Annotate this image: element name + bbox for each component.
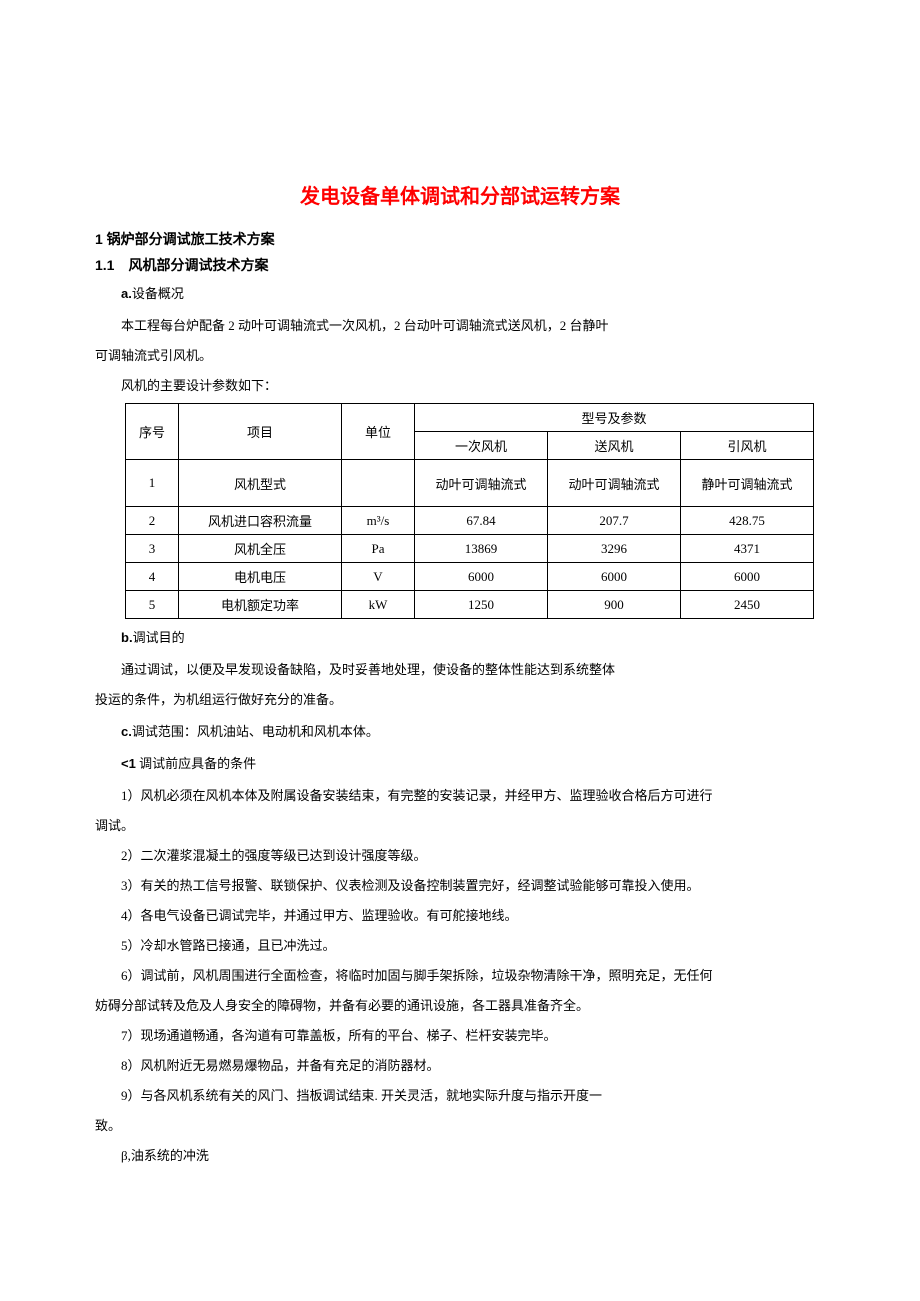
cell-v1: 动叶可调轴流式 — [415, 460, 548, 507]
col-item-header: 项目 — [179, 404, 342, 460]
paragraph: 投运的条件，为机组运行做好充分的准备。 — [95, 687, 825, 713]
section-b-heading: b.调试目的 — [95, 625, 825, 651]
table-row: 1 风机型式 动叶可调轴流式 动叶可调轴流式 静叶可调轴流式 — [126, 460, 814, 507]
cell-v1: 6000 — [415, 563, 548, 591]
list-item: 5）冷却水管路已接通，且已冲洗过。 — [95, 933, 825, 959]
section-a-label: a. — [121, 286, 132, 301]
section-a-title: 设备概况 — [132, 286, 184, 301]
section-c-text: 调试范围：风机油站、电动机和风机本体。 — [132, 724, 379, 739]
cell-v2: 900 — [548, 591, 681, 619]
section-c-heading: c.调试范围：风机油站、电动机和风机本体。 — [95, 719, 825, 745]
heading-1-1: 1.1 风机部分调试技术方案 — [95, 255, 825, 275]
paragraph-beta: β,油系统的冲洗 — [95, 1143, 825, 1169]
cell-seq: 1 — [126, 460, 179, 507]
cell-item: 风机进口容积流量 — [179, 507, 342, 535]
table-row: 3 风机全压 Pa 13869 3296 4371 — [126, 535, 814, 563]
list-item: 3）有关的热工信号报警、联锁保护、仪表检测及设备控制装置完好，经调整试验能够可靠… — [95, 873, 825, 899]
table-row: 2 风机进口容积流量 m³/s 67.84 207.7 428.75 — [126, 507, 814, 535]
cell-unit: Pa — [342, 535, 415, 563]
cell-seq: 2 — [126, 507, 179, 535]
cell-item: 风机型式 — [179, 460, 342, 507]
heading-1: 1 锅炉部分调试旅工技术方案 — [95, 229, 825, 249]
cell-unit — [342, 460, 415, 507]
section-b-label: b. — [121, 630, 133, 645]
list-item-continuation: 致。 — [95, 1113, 825, 1139]
cell-seq: 3 — [126, 535, 179, 563]
paragraph: 通过调试，以便及早发现设备缺陷，及时妥善地处理，使设备的整体性能达到系统整体 — [95, 657, 825, 683]
paragraph: 本工程每台炉配备 2 动叶可调轴流式一次风机，2 台动叶可调轴流式送风机，2 台… — [95, 313, 825, 339]
cell-item: 电机额定功率 — [179, 591, 342, 619]
list-item: 7）现场通道畅通，各沟道有可靠盖板，所有的平台、梯子、栏杆安装完毕。 — [95, 1023, 825, 1049]
cell-unit: m³/s — [342, 507, 415, 535]
col-sub1-header: 一次风机 — [415, 432, 548, 460]
cell-v3: 428.75 — [681, 507, 814, 535]
cell-v3: 2450 — [681, 591, 814, 619]
list-item-continuation: 妨碍分部试转及危及人身安全的障碍物，并备有必要的通讯设施，各工器具准备齐全。 — [95, 993, 825, 1019]
cell-seq: 4 — [126, 563, 179, 591]
paragraph: 可调轴流式引风机。 — [95, 343, 825, 369]
cell-v2: 6000 — [548, 563, 681, 591]
cell-item: 电机电压 — [179, 563, 342, 591]
col-unit-header: 单位 — [342, 404, 415, 460]
cell-v2: 207.7 — [548, 507, 681, 535]
col-spec-header: 型号及参数 — [415, 404, 814, 432]
cell-v1: 1250 — [415, 591, 548, 619]
list-item-continuation: 调试。 — [95, 813, 825, 839]
section-a-heading: a.设备概况 — [95, 281, 825, 307]
col-sub3-header: 引风机 — [681, 432, 814, 460]
cell-v3: 静叶可调轴流式 — [681, 460, 814, 507]
document-page: 发电设备单体调试和分部试运转方案 1 锅炉部分调试旅工技术方案 1.1 风机部分… — [0, 0, 920, 1273]
cell-seq: 5 — [126, 591, 179, 619]
list-item: 9）与各风机系统有关的风门、挡板调试结束. 开关灵活，就地实际升度与指示开度一 — [95, 1083, 825, 1109]
list-item: 1）风机必须在风机本体及附属设备安装结束，有完整的安装记录，并经甲方、监理验收合… — [95, 783, 825, 809]
cell-item: 风机全压 — [179, 535, 342, 563]
cell-v3: 4371 — [681, 535, 814, 563]
col-seq-header: 序号 — [126, 404, 179, 460]
cell-v2: 3296 — [548, 535, 681, 563]
cell-v3: 6000 — [681, 563, 814, 591]
section-lt1-text: 调试前应具备的条件 — [136, 756, 256, 771]
table-row: 4 电机电压 V 6000 6000 6000 — [126, 563, 814, 591]
cell-v1: 67.84 — [415, 507, 548, 535]
col-sub2-header: 送风机 — [548, 432, 681, 460]
list-item: 8）风机附近无易燃易爆物品，并备有充足的消防器材。 — [95, 1053, 825, 1079]
cell-unit: kW — [342, 591, 415, 619]
list-item: 6）调试前，风机周围进行全面检查，将临时加固与脚手架拆除，垃圾杂物清除干净，照明… — [95, 963, 825, 989]
cell-v2: 动叶可调轴流式 — [548, 460, 681, 507]
section-lt1-label: <1 — [121, 756, 136, 771]
paragraph: 风机的主要设计参数如下： — [95, 373, 825, 399]
table-row: 5 电机额定功率 kW 1250 900 2450 — [126, 591, 814, 619]
section-c-label: c. — [121, 724, 132, 739]
section-lt1-heading: <1 调试前应具备的条件 — [95, 751, 825, 777]
cell-unit: V — [342, 563, 415, 591]
cell-v1: 13869 — [415, 535, 548, 563]
list-item: 4）各电气设备已调试完毕，并通过甲方、监理验收。有可舵接地线。 — [95, 903, 825, 929]
fan-parameters-table: 序号 项目 单位 型号及参数 一次风机 送风机 引风机 1 风机型式 动叶可调轴… — [125, 403, 814, 619]
page-title: 发电设备单体调试和分部试运转方案 — [95, 180, 825, 209]
list-item: 2）二次灌浆混凝土的强度等级已达到设计强度等级。 — [95, 843, 825, 869]
table-header-row: 序号 项目 单位 型号及参数 — [126, 404, 814, 432]
section-b-title: 调试目的 — [133, 630, 185, 645]
